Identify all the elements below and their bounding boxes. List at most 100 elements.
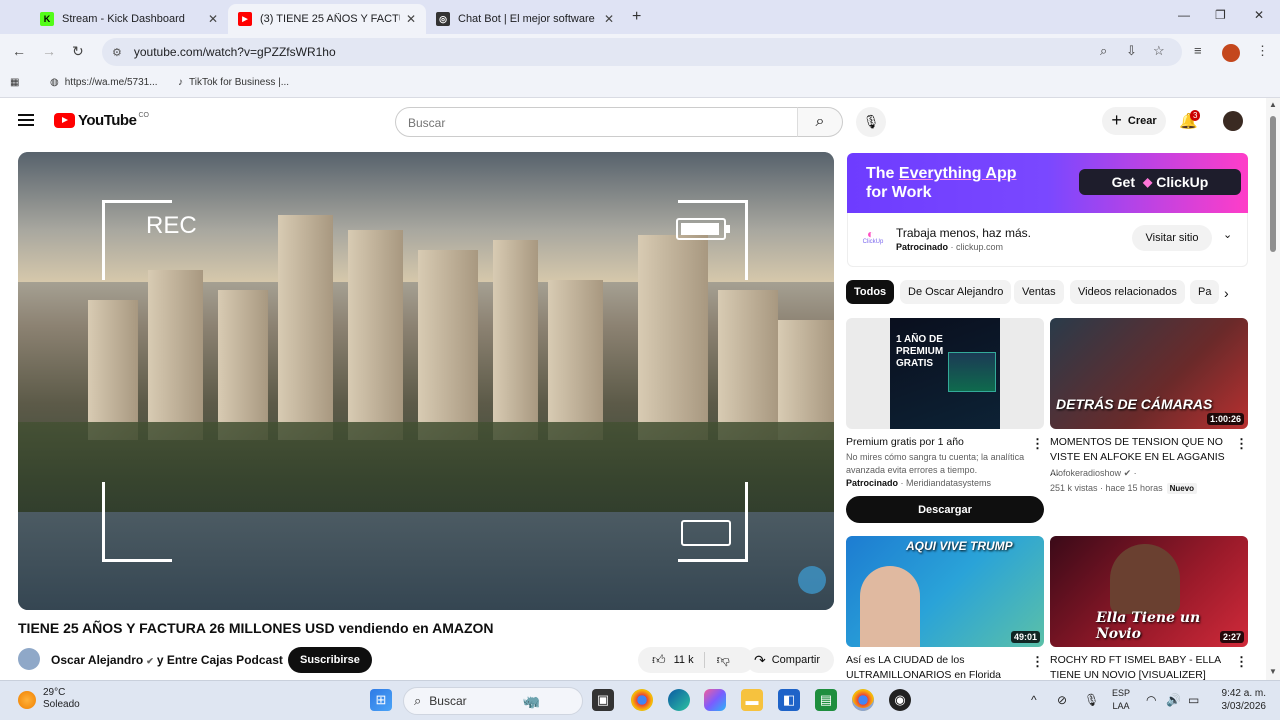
bookmark-label: https://wa.me/5731... [64,77,158,88]
back-icon[interactable]: ← [12,43,26,59]
more-options-icon[interactable]: ⋮ [1235,654,1248,670]
forward-icon[interactable]: → [42,43,56,59]
channel-avatar[interactable] [18,648,40,670]
volume-icon[interactable]: 🔊 [1166,693,1181,707]
voice-search-button[interactable]: 🎙 [856,107,886,137]
ad-banner[interactable]: The Everything App for Work Get ◆ ClickUp [847,153,1248,213]
bookmark-tiktok[interactable]: ♪ TikTok for Business |... [178,77,289,88]
card-title[interactable]: Así es LA CIUDAD de los ULTRAMILLONARIOS… [846,653,1030,683]
subscribe-button[interactable]: Suscribirse [288,647,372,673]
close-icon[interactable]: ✕ [406,12,416,26]
more-options-icon[interactable]: ⋮ [1235,436,1248,452]
like-button[interactable]: 👍︎ 11 k [638,652,705,668]
menu-hamburger-icon[interactable] [18,114,34,126]
thumbnail[interactable]: 1 AÑO DE PREMIUM GRATIS [846,318,1044,429]
sun-icon[interactable] [18,691,36,709]
chip-videos-relacionados[interactable]: Videos relacionados [1070,280,1185,304]
tab-youtube-video[interactable]: ▶ (3) TIENE 25 AÑOS Y FACTURA ✕ [228,4,426,34]
scroll-down-icon[interactable]: ▼ [1269,667,1277,676]
window-close-icon[interactable]: ✕ [1254,8,1264,22]
camera-off-icon[interactable]: ⊘ [1057,693,1067,707]
install-icon[interactable]: ⇩ [1126,43,1137,59]
chip-more[interactable]: Pa [1190,280,1220,304]
duration-badge: 1:00:26 [1206,413,1244,425]
restore-icon[interactable]: ❐ [1215,8,1226,22]
search-button[interactable]: ⌕ [797,107,843,137]
duration-badge: 49:01 [1010,631,1040,643]
media-controls-icon[interactable]: ≡ [1194,43,1202,58]
edge-icon[interactable] [668,689,690,711]
bookmark-wa[interactable]: ◍ https://wa.me/5731... [50,77,158,88]
wifi-icon[interactable]: ◠ [1146,693,1156,707]
copilot-icon[interactable] [704,689,726,711]
menu-icon[interactable]: ⋮ [1256,43,1269,59]
scrollbar-thumb[interactable] [1270,116,1276,252]
share-label: Compartir [771,654,821,666]
chevron-right-icon[interactable]: › [1224,285,1229,301]
reload-icon[interactable]: ↻ [72,43,84,60]
chrome-active-icon[interactable] [852,689,874,711]
scroll-up-icon[interactable]: ▲ [1269,100,1277,109]
visit-site-button[interactable]: Visitar sitio [1132,225,1212,251]
share-button[interactable]: ↷ Compartir [746,647,835,673]
windows-start-icon[interactable]: ⊞ [370,689,392,711]
weather-widget[interactable]: 29°C Soleado [43,687,80,711]
minimize-icon[interactable]: — [1178,8,1190,22]
thumbnail[interactable]: DETRÁS DE CÁMARAS 1:00:26 [1050,318,1248,429]
microphone-icon[interactable]: 🎙 [1084,693,1099,707]
chip-todos[interactable]: Todos [846,280,895,304]
recommended-video-card[interactable]: AQUI VIVE TRUMP 49:01 Así es LA CIUDAD d… [846,536,1044,683]
close-icon[interactable]: ✕ [208,12,218,26]
tab-chat-bot[interactable]: ◎ Chat Bot | El mejor software pa ✕ [426,4,624,34]
tab-title: Chat Bot | El mejor software pa [458,13,598,25]
language-indicator[interactable]: ESP LAA [1112,687,1130,713]
battery-icon [676,218,730,240]
chevron-down-icon[interactable]: ⌄ [1223,228,1232,241]
taskbar-search[interactable]: ⌕ Buscar 🦏 [403,687,583,715]
close-icon[interactable]: ✕ [604,12,614,26]
video-player[interactable]: REC [18,152,834,610]
thumbnail[interactable]: Ella Tiene un Novio 2:27 [1050,536,1248,647]
card-title[interactable]: ROCHY RD FT ISMEL BABY - ELLA TIENE UN N… [1050,653,1234,683]
chrome-icon[interactable] [631,689,653,711]
tray-chevron-up-icon[interactable]: ^ [1031,693,1037,707]
ad-headline-underlined: Everything App [898,165,1017,182]
person-graphic [860,566,920,647]
card-description: No mires cómo sangra tu cuenta; la analí… [846,452,1025,475]
battery-icon[interactable]: ▭ [1188,693,1199,707]
calc-sheet-icon[interactable]: ▤ [815,689,837,711]
bookmark-star-icon[interactable]: ☆ [1153,43,1165,59]
card-title[interactable]: Premium gratis por 1 año [846,435,1030,450]
profile-avatar[interactable] [1222,44,1240,62]
address-bar[interactable]: ⚙ youtube.com/watch?v=gPZZfsWR1ho [102,38,1182,66]
search-input[interactable]: Buscar [395,107,798,137]
new-tab-button[interactable]: + [632,8,641,26]
store-icon[interactable]: ◧ [778,689,800,711]
thumbs-down-icon[interactable]: 👎︎ [705,652,730,668]
more-options-icon[interactable]: ⋮ [1031,436,1044,452]
file-explorer-icon[interactable]: ▬ [741,689,763,711]
thumbnail-text: AQUI VIVE TRUMP [906,539,1013,553]
recommended-video-card[interactable]: DETRÁS DE CÁMARAS 1:00:26 MOMENTOS DE TE… [1050,318,1248,498]
card-channel[interactable]: Alofokeradioshow [1050,468,1121,478]
app-icon[interactable]: ◉ [889,689,911,711]
recommended-video-card[interactable]: Ella Tiene un Novio 2:27 ROCHY RD FT ISM… [1050,536,1248,683]
task-view-icon[interactable]: ▣ [592,689,614,711]
clock[interactable]: 9:42 a. m. 3/03/2026 [1218,687,1267,713]
sponsored-card[interactable]: 1 AÑO DE PREMIUM GRATIS Premium gratis p… [846,318,1044,498]
tab-kick-dashboard[interactable]: K Stream - Kick Dashboard ✕ [30,4,228,34]
ad-get-clickup-button[interactable]: Get ◆ ClickUp [1079,169,1241,195]
channel-name-group[interactable]: Oscar Alejandro ✔ y Entre Cajas Podcast [51,653,283,667]
more-options-icon[interactable]: ⋮ [1031,654,1044,670]
youtube-header: YouTube CO Buscar ⌕ 🎙 + Crear 🔔 3 [0,98,1266,144]
apps-icon[interactable]: ▦ [10,77,19,88]
youtube-logo[interactable]: YouTube CO [54,112,149,129]
site-info-icon[interactable]: ⚙ [112,46,122,59]
chip-ventas[interactable]: Ventas [1014,280,1064,304]
zoom-icon[interactable]: ⌕ [1100,43,1107,59]
account-avatar[interactable] [1223,111,1243,131]
download-button[interactable]: Descargar [846,496,1044,523]
create-button[interactable]: + Crear [1102,107,1166,135]
chip-de-oscar-alejandro[interactable]: De Oscar Alejandro [900,280,1012,304]
thumbnail[interactable]: AQUI VIVE TRUMP 49:01 [846,536,1044,647]
